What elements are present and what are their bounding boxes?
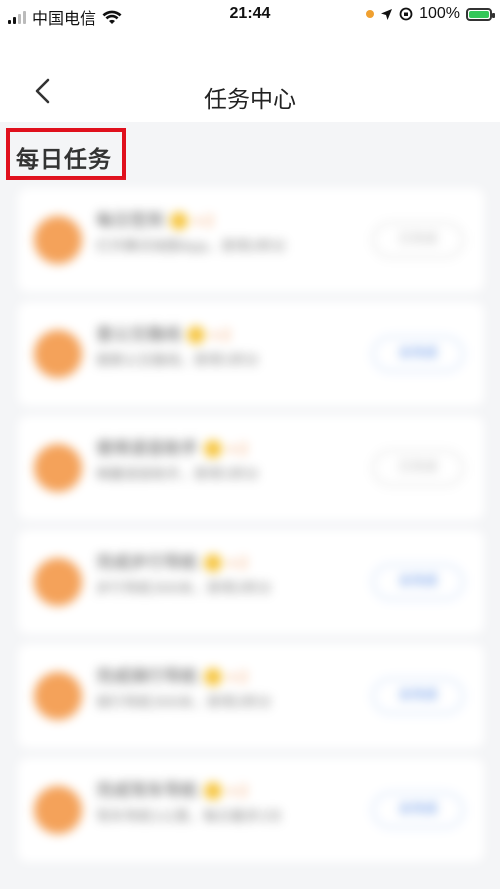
- task-icon: [34, 558, 82, 606]
- task-name: 每日签到 +2: [96, 206, 214, 231]
- page-title: 任务中心: [204, 87, 296, 113]
- task-name-label: 完成骑行导航: [96, 667, 198, 687]
- task-name: 完成驾车导航 +2: [96, 776, 248, 801]
- task-reward: +2: [226, 554, 249, 572]
- task-card[interactable]: 每日签到 +2 打开腾讯地图App，获得2积分 已完成: [18, 188, 484, 292]
- coin-icon: [187, 326, 205, 344]
- task-action-button[interactable]: 去完成: [372, 792, 464, 828]
- task-name-label: 每日签到: [96, 211, 164, 231]
- task-reward: +2: [226, 782, 249, 800]
- task-name-label: 查公交路线: [96, 325, 181, 345]
- task-reward: +2: [209, 326, 232, 344]
- task-card[interactable]: 完成步行导航 +2 步行导航300米，获得2积分 去完成: [18, 530, 484, 634]
- task-description: 搜索公交路线，获得1积分: [96, 353, 259, 369]
- task-description: 步行导航300米，获得2积分: [96, 581, 272, 597]
- task-description: 驾车导航1公里，每日最多3次: [96, 809, 282, 825]
- coin-icon: [204, 440, 222, 458]
- task-card[interactable]: 使用语音助手 +2 唤醒语音助手，获得1积分 已完成: [18, 416, 484, 520]
- nav-header: 任务中心: [0, 30, 500, 122]
- task-reward: +2: [226, 668, 249, 686]
- task-reward: +2: [226, 440, 249, 458]
- orientation-lock-icon: [399, 7, 413, 21]
- task-name: 使用语音助手 +2: [96, 434, 248, 459]
- task-icon: [34, 444, 82, 492]
- coin-icon: [170, 212, 188, 230]
- task-action-button[interactable]: 去完成: [372, 564, 464, 600]
- task-icon: [34, 216, 82, 264]
- task-list: 每日签到 +2 打开腾讯地图App，获得2积分 已完成 查公交路线 +2 搜索公交路…: [18, 188, 484, 872]
- task-icon: [34, 330, 82, 378]
- location-arrow-icon: [381, 8, 393, 20]
- task-name: 完成骑行导航 +2: [96, 662, 248, 687]
- task-name-label: 完成步行导航: [96, 553, 198, 573]
- task-card[interactable]: 完成驾车导航 +2 驾车导航1公里，每日最多3次 去完成: [18, 758, 484, 862]
- task-name-label: 完成驾车导航: [96, 781, 198, 801]
- task-reward: +2: [192, 212, 215, 230]
- coin-icon: [204, 782, 222, 800]
- task-action-button[interactable]: 已完成: [372, 450, 464, 486]
- section-title: 每日任务: [16, 147, 112, 173]
- task-description: 打开腾讯地图App，获得2积分: [96, 239, 287, 255]
- coin-icon: [204, 554, 222, 572]
- task-description: 骑行导航300米，获得2积分: [96, 695, 272, 711]
- coin-icon: [204, 668, 222, 686]
- task-icon: [34, 672, 82, 720]
- battery-fill: [469, 10, 489, 18]
- task-icon: [34, 786, 82, 834]
- task-action-button[interactable]: 已完成: [372, 222, 464, 258]
- task-action-button[interactable]: 去完成: [372, 336, 464, 372]
- task-name: 完成步行导航 +2: [96, 548, 248, 573]
- status-right: 100%: [366, 5, 495, 23]
- task-action-button[interactable]: 去完成: [372, 678, 464, 714]
- task-name: 查公交路线 +2: [96, 320, 231, 345]
- battery-percent: 100%: [419, 5, 460, 22]
- recording-dot-icon: [366, 10, 375, 18]
- status-bar: 中国电信 21:44 100%: [0, 0, 500, 30]
- task-card[interactable]: 完成骑行导航 +2 骑行导航300米，获得2积分 去完成: [18, 644, 484, 748]
- task-description: 唤醒语音助手，获得1积分: [96, 467, 259, 483]
- battery-icon: [466, 7, 495, 21]
- task-card[interactable]: 查公交路线 +2 搜索公交路线，获得1积分 去完成: [18, 302, 484, 406]
- task-name-label: 使用语音助手: [96, 439, 198, 459]
